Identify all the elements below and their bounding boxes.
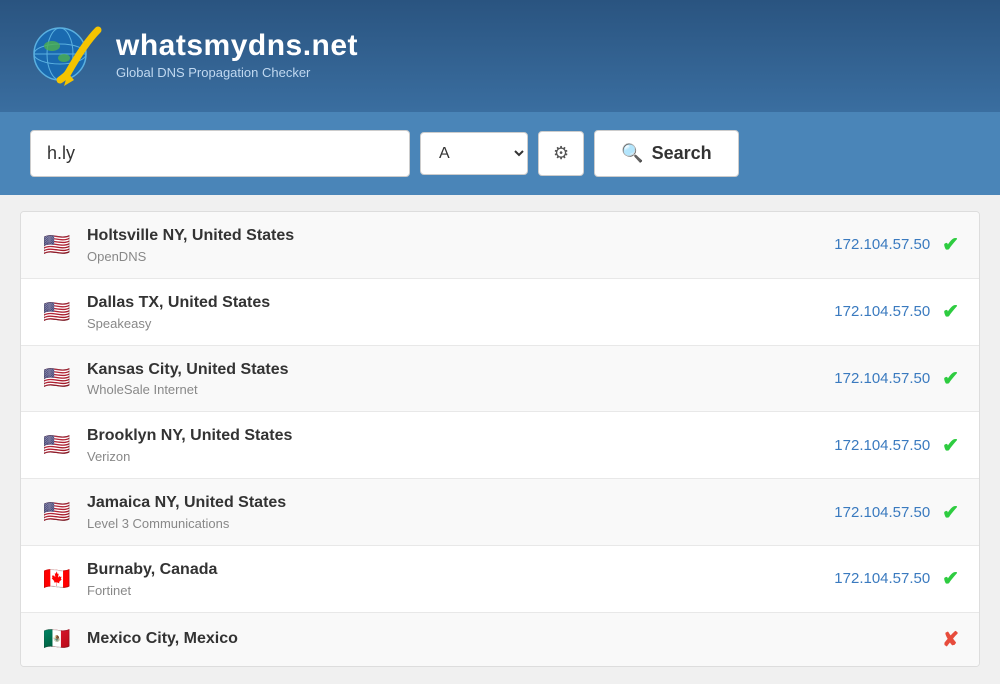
flag-icon: 🇺🇸 bbox=[41, 301, 73, 323]
table-row: 🇺🇸 Jamaica NY, United States Level 3 Com… bbox=[21, 479, 979, 546]
gear-icon: ⚙ bbox=[553, 143, 569, 164]
header: whatsmydns.net Global DNS Propagation Ch… bbox=[0, 0, 1000, 112]
table-row: 🇺🇸 Holtsville NY, United States OpenDNS … bbox=[21, 212, 979, 279]
location-name: Burnaby, Canada bbox=[87, 560, 834, 581]
flag-icon: 🇲🇽 bbox=[41, 628, 73, 650]
flag-icon: 🇺🇸 bbox=[41, 434, 73, 456]
search-icon: 🔍 bbox=[621, 143, 643, 164]
location-name: Jamaica NY, United States bbox=[87, 493, 834, 514]
status-badge: ✔ bbox=[942, 433, 959, 458]
location-name: Dallas TX, United States bbox=[87, 293, 834, 314]
table-row: 🇺🇸 Brooklyn NY, United States Verizon 17… bbox=[21, 412, 979, 479]
location-name: Kansas City, United States bbox=[87, 360, 834, 381]
search-button[interactable]: 🔍 Search bbox=[594, 130, 738, 177]
table-row: 🇺🇸 Kansas City, United States WholeSale … bbox=[21, 346, 979, 413]
result-ip: 172.104.57.50 bbox=[834, 504, 930, 521]
location-provider: Speakeasy bbox=[87, 316, 834, 331]
result-ip: 172.104.57.50 bbox=[834, 236, 930, 253]
result-ip: 172.104.57.50 bbox=[834, 303, 930, 320]
result-ip: 172.104.57.50 bbox=[834, 370, 930, 387]
result-ip: 172.104.57.50 bbox=[834, 570, 930, 587]
location-provider: WholeSale Internet bbox=[87, 382, 834, 397]
location-provider: OpenDNS bbox=[87, 249, 834, 264]
logo-text-block: whatsmydns.net Global DNS Propagation Ch… bbox=[116, 29, 358, 80]
search-label: Search bbox=[652, 143, 712, 164]
status-badge: ✘ bbox=[942, 627, 959, 652]
location-provider: Verizon bbox=[87, 449, 834, 464]
status-badge: ✔ bbox=[942, 366, 959, 391]
location-provider: Level 3 Communications bbox=[87, 516, 834, 531]
settings-button[interactable]: ⚙ bbox=[538, 131, 584, 176]
location-name: Brooklyn NY, United States bbox=[87, 426, 834, 447]
flag-icon: 🇺🇸 bbox=[41, 367, 73, 389]
location-provider: Fortinet bbox=[87, 583, 834, 598]
table-row: 🇺🇸 Dallas TX, United States Speakeasy 17… bbox=[21, 279, 979, 346]
results-container: 🇺🇸 Holtsville NY, United States OpenDNS … bbox=[20, 211, 980, 667]
table-row: 🇨🇦 Burnaby, Canada Fortinet 172.104.57.5… bbox=[21, 546, 979, 613]
logo-subtitle: Global DNS Propagation Checker bbox=[116, 65, 358, 80]
logo-icon bbox=[30, 18, 102, 90]
status-badge: ✔ bbox=[942, 299, 959, 324]
dns-type-select[interactable]: A AAAA CNAME MX NS PTR SOA SRV TXT bbox=[420, 132, 528, 175]
flag-icon: 🇨🇦 bbox=[41, 568, 73, 590]
result-ip: 172.104.57.50 bbox=[834, 437, 930, 454]
flag-icon: 🇺🇸 bbox=[41, 501, 73, 523]
flag-icon: 🇺🇸 bbox=[41, 234, 73, 256]
search-bar: A AAAA CNAME MX NS PTR SOA SRV TXT ⚙ 🔍 S… bbox=[0, 112, 1000, 195]
status-badge: ✔ bbox=[942, 232, 959, 257]
logo-title: whatsmydns.net bbox=[116, 29, 358, 62]
status-badge: ✔ bbox=[942, 500, 959, 525]
logo-container: whatsmydns.net Global DNS Propagation Ch… bbox=[30, 18, 358, 90]
location-name: Mexico City, Mexico bbox=[87, 629, 930, 650]
status-badge: ✔ bbox=[942, 566, 959, 591]
location-name: Holtsville NY, United States bbox=[87, 226, 834, 247]
table-row: 🇲🇽 Mexico City, Mexico ✘ bbox=[21, 613, 979, 666]
search-input[interactable] bbox=[30, 130, 410, 177]
